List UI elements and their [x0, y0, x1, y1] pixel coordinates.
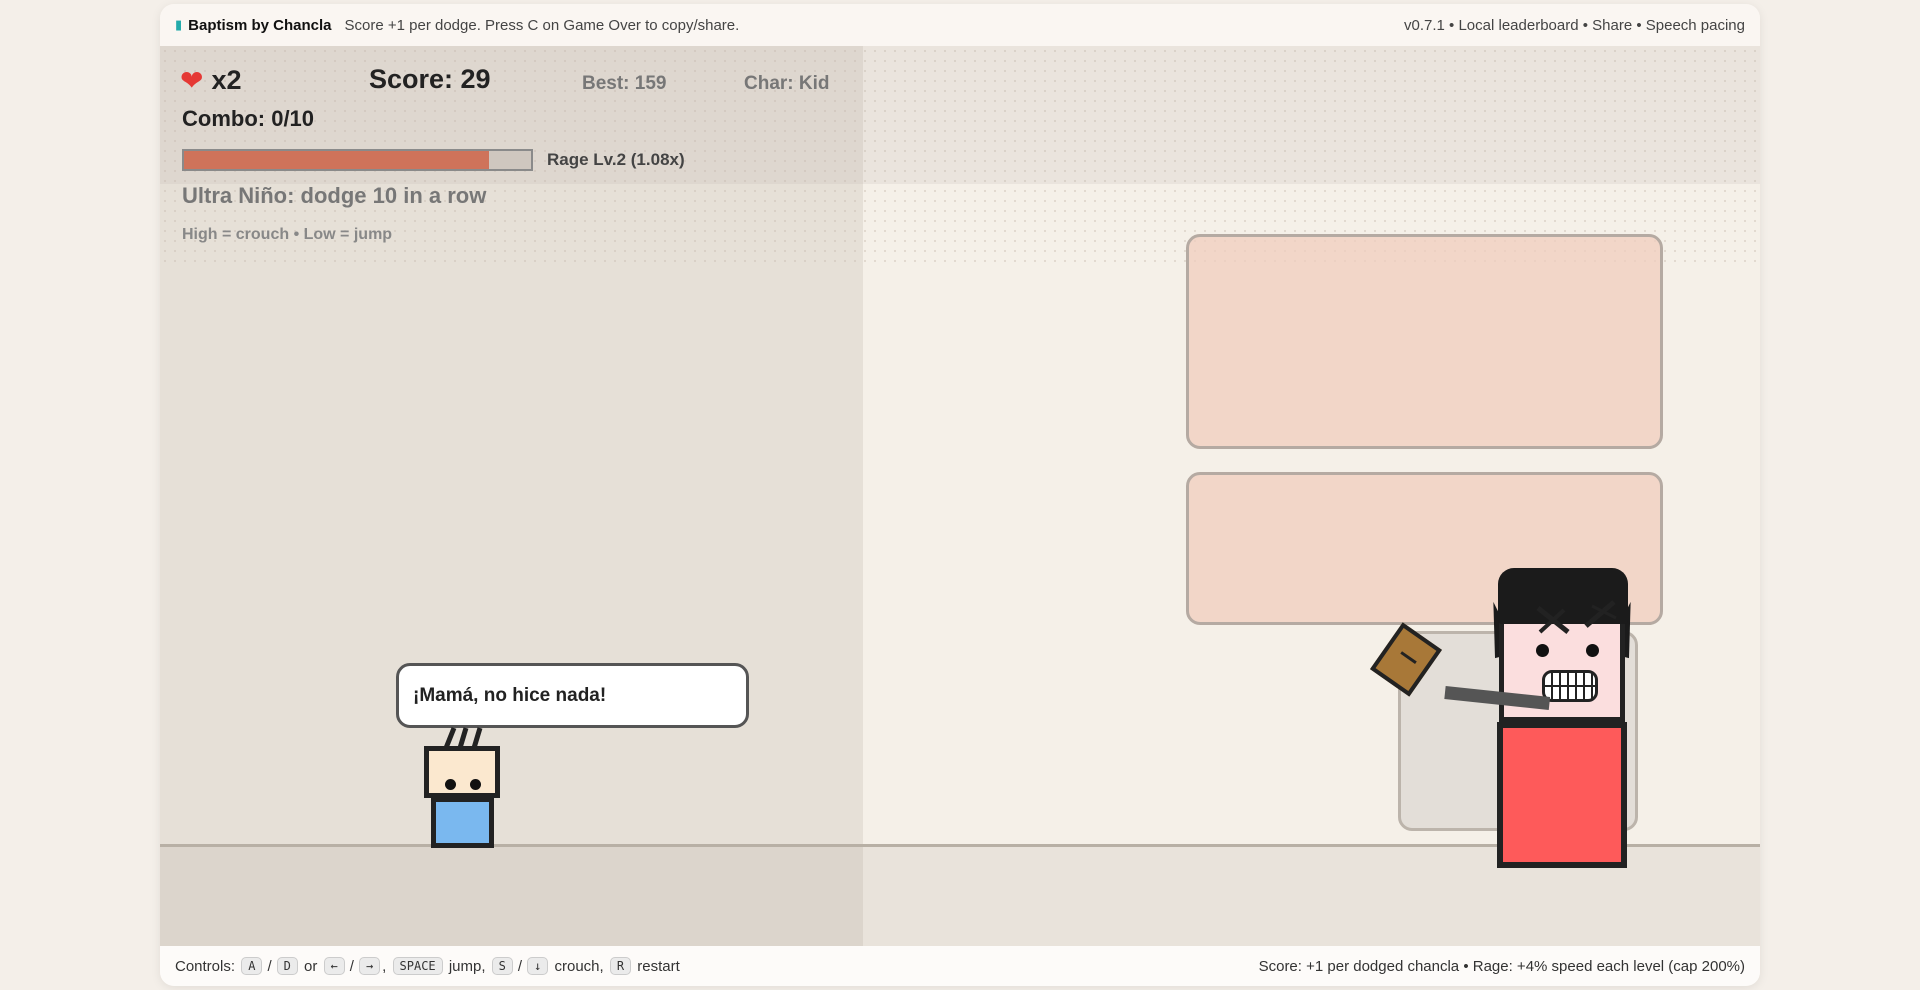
dodge-hint: High = crouch • Low = jump	[182, 226, 393, 243]
best-score: Best: 159	[582, 73, 667, 94]
key-d: D	[276, 957, 298, 975]
mom-teeth	[1542, 670, 1598, 702]
wall-panel-top	[1186, 234, 1663, 449]
key-a: A	[241, 957, 263, 975]
key-right-arrow: →	[358, 957, 381, 975]
mom-body	[1497, 722, 1627, 868]
key-r: R	[609, 957, 632, 975]
ground-shade	[160, 847, 863, 946]
or-text: or	[304, 957, 318, 975]
scoring-info: Score: +1 per dodged chancla • Rage: +4%…	[1258, 957, 1745, 975]
key-left-arrow: ←	[323, 957, 345, 975]
key-space: SPACE	[392, 957, 443, 975]
speech-bubble: ¡Mamá, no hice nada!	[396, 663, 749, 728]
crouch-text: crouch,	[554, 957, 604, 975]
kid-body	[431, 797, 494, 848]
controls-label: Controls:	[175, 957, 236, 975]
mom-teeth-line	[1545, 685, 1595, 687]
app-subtitle: Score +1 per dodge. Press C on Game Over…	[344, 16, 740, 34]
flip-flop-icon: ▮	[175, 17, 183, 32]
version-info: v0.7.1 • Local leaderboard • Share • Spe…	[1404, 16, 1745, 34]
top-bar: ▮ Baptism by Chancla Score +1 per dodge.…	[160, 4, 1760, 46]
jump-text: jump,	[448, 957, 486, 975]
character-label: Char: Kid	[744, 73, 830, 94]
rage-level-label: Rage Lv.2 (1.08x)	[547, 150, 685, 169]
speech-text: ¡Mamá, no hice nada!	[413, 684, 607, 706]
kid-head	[424, 746, 500, 798]
key-separator: /	[267, 957, 272, 975]
lives-counter: ❤ x2	[180, 64, 242, 97]
game-canvas[interactable]: ❤ x2 Score: 29 Best: 159 Char: Kid Combo…	[160, 46, 1760, 946]
app-window: ▮ Baptism by Chancla Score +1 per dodge.…	[160, 4, 1760, 986]
kid-eye-right	[470, 779, 481, 790]
mom-eye-left	[1536, 644, 1549, 657]
key-down-arrow: ↓	[527, 957, 549, 975]
mom-angry-brows	[1536, 600, 1617, 634]
rage-bar	[182, 149, 533, 171]
key-s: S	[491, 957, 513, 975]
controls-footer: Controls: A / D or ← / →, SPACE jump, S / ↓ cr…	[160, 946, 1760, 986]
score-display: Score: 29	[369, 64, 491, 94]
combo-counter: Combo: 0/10	[182, 106, 315, 131]
comma: ,	[382, 957, 387, 975]
key-separator: /	[349, 957, 354, 975]
mom-eye-right	[1586, 644, 1599, 657]
heart-icon: ❤	[180, 65, 204, 96]
app-title: Baptism by Chancla	[188, 16, 332, 34]
restart-text: restart	[637, 957, 680, 975]
key-separator: /	[517, 957, 523, 975]
ultra-nino-goal: Ultra Niño: dodge 10 in a row	[182, 183, 487, 208]
lives-value: x2	[211, 65, 242, 95]
rage-bar-fill	[184, 151, 490, 169]
chancla-strap	[1400, 651, 1417, 665]
kid-eye-left	[445, 779, 456, 790]
